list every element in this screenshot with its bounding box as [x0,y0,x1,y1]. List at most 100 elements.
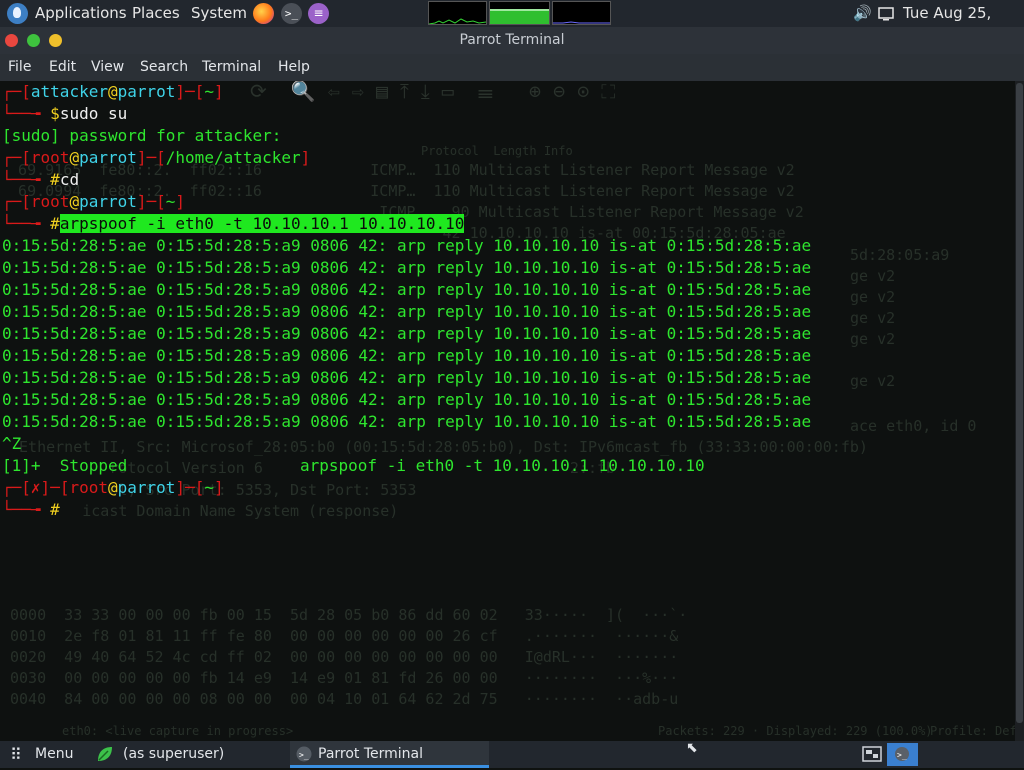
cpu-monitor-graph [428,1,487,25]
taskbar-terminal-label: Parrot Terminal [318,746,424,762]
arp-reply-line: 0:15:5d:28:5:ae 0:15:5d:28:5:a9 0806 42:… [2,412,812,431]
job-command: arpspoof -i eth0 -t 10.10.10.1 10.10.10.… [300,456,705,475]
ghost-status-mid: Packets: 229 · Displayed: 229 (100.0%) [658,724,933,738]
ghost-status-right: Profile: Defau [930,724,1024,738]
workspace-icon[interactable] [861,744,883,764]
network-monitor-graph [552,1,611,25]
window-title: Parrot Terminal [459,32,565,48]
job-status: [1]+ Stopped [2,456,128,475]
menu-grid-icon[interactable]: ⠿ [10,741,22,768]
prompt-user: root [30,192,70,211]
top-panel: Applications Places System >_ ≡ 🔊 Tue Au… [0,0,1024,49]
arp-reply-line: 0:15:5d:28:5:ae 0:15:5d:28:5:a9 0806 42:… [2,302,812,321]
arp-reply-line: 0:15:5d:28:5:ae 0:15:5d:28:5:a9 0806 42:… [2,324,812,343]
arp-reply-line: 0:15:5d:28:5:ae 0:15:5d:28:5:a9 0806 42:… [2,258,812,277]
ghost-status-left: eth0: <live capture in progress> [62,724,294,738]
mouse-cursor-icon: ⬉ [686,740,698,756]
ctrl-z-echo: ^Z [2,434,22,453]
prompt-symbol: $ [50,104,60,123]
prompt-line: ┌─[✗]─[root@parrot]─[~] [2,478,224,497]
ghost-column-header: Protocol Length Info [421,144,573,158]
highlighted-command: arpspoof -i eth0 -t 10.10.10.1 10.10.10.… [59,214,465,233]
prompt-symbol: # [50,500,60,519]
display-icon[interactable] [878,0,894,27]
prompt-dir: /home/attacker [165,148,301,167]
clock[interactable]: Tue Aug 25, 03:41 [903,0,1024,49]
taskbar-terminal-icon: >_ [296,741,312,768]
terminal-output[interactable]: ⟳ 🔍 ⇦ ⇨ ▤ ⤒ ⤓ ▭ ☰ ⊕ ⊖ ⊙ ⛶ Protocol Lengt… [0,81,1024,741]
command-text: cd [59,170,80,189]
ghost-detail: ace eth0, id 0 [850,417,977,435]
prompt-host: parrot [117,478,176,497]
bottom-panel: ⠿ Menu (as superuser) >_ Parrot Terminal… [0,740,1024,768]
window-titlebar[interactable]: Parrot Terminal [0,27,1024,54]
file-menu[interactable]: File [8,54,31,80]
applications-menu[interactable]: Applications [35,0,127,27]
prompt-user: root [30,148,70,167]
maximize-window-button[interactable] [27,34,40,47]
svg-text:>_: >_ [299,751,309,760]
error-mark-icon: ✗ [30,478,41,497]
places-menu[interactable]: Places [132,0,180,27]
terminal-scrollbar[interactable] [1015,81,1024,741]
prompt-user: attacker [30,82,108,101]
arp-reply-line: 0:15:5d:28:5:ae 0:15:5d:28:5:a9 0806 42:… [2,390,812,409]
ghost-hex-row: 0030 00 00 00 00 00 fb 14 e9 14 e9 01 81… [10,669,679,687]
terminal-launcher-icon[interactable]: >_ [281,3,302,24]
leaf-icon [96,741,114,768]
ghost-right-bit: ge v2 [850,372,896,390]
ghost-right-bit: ge v2 [850,267,896,285]
edit-menu[interactable]: Edit [49,54,76,80]
prompt-line: ┌─[root@parrot]─[/home/attacker] [2,148,311,167]
ghost-right-bit: ge v2 [850,309,896,327]
prompt-dir: ~ [204,478,214,497]
sudo-prompt: [sudo] password for attacker: [2,126,282,145]
prompt-symbol: # [50,170,60,189]
prompt-dir: ~ [204,82,214,101]
ghost-detail: icast Domain Name System (response) [10,502,399,520]
close-window-button[interactable] [5,34,18,47]
terminal-menubar: File Edit View Search Terminal Help [0,54,1024,81]
command-line[interactable]: └──╼ # [2,499,60,521]
ghost-toolbar: ⟳ 🔍 ⇦ ⇨ ▤ ⤒ ⤓ ▭ ☰ ⊕ ⊖ ⊙ ⛶ [250,81,616,103]
command-line: └──╼ #cd [2,170,80,189]
ghost-hex-row: 0020 49 40 64 52 4c cd ff 02 00 00 00 00… [10,648,679,666]
prompt-host: parrot [79,148,137,167]
prompt-symbol: # [50,214,60,233]
prompt-host: parrot [79,192,137,211]
help-menu[interactable]: Help [278,54,310,80]
command-text: sudo su [59,104,128,123]
parrot-logo-icon[interactable] [7,3,28,24]
arp-reply-line: 0:15:5d:28:5:ae 0:15:5d:28:5:a9 0806 42:… [2,368,812,387]
view-menu[interactable]: View [91,54,124,80]
prompt-host: parrot [117,82,176,101]
prompt-line: ┌─[root@parrot]─[~] [2,192,186,211]
prompt-line: ┌─[attacker@parrot]─[~] [2,82,224,101]
prompt-dir: ~ [165,192,176,211]
ghost-hex-row: 0040 84 00 00 00 00 08 00 00 00 04 10 01… [10,690,679,708]
system-menu[interactable]: System [191,0,247,27]
arp-reply-line: 0:15:5d:28:5:ae 0:15:5d:28:5:a9 0806 42:… [2,236,812,255]
ghost-hex-row: 0000 33 33 00 00 00 fb 00 15 5d 28 05 b0… [10,606,688,624]
search-menu[interactable]: Search [140,54,188,80]
ghost-hex-row: 0010 2e f8 01 81 11 ff fe 80 00 00 00 00… [10,627,679,645]
svg-text:>_: >_ [897,751,907,760]
menu-button[interactable]: Menu [35,741,73,768]
ghost-right-bit: ge v2 [850,288,896,306]
taskbar-superuser[interactable]: (as superuser) [123,741,224,768]
command-line: └──╼ #arpspoof -i eth0 -t 10.10.10.1 10.… [2,214,465,233]
minimize-window-button[interactable] [49,34,62,47]
volume-icon[interactable]: 🔊 [853,0,872,27]
firefox-icon[interactable] [253,3,274,24]
memory-monitor-graph [489,1,550,25]
scrollbar-thumb[interactable] [1016,83,1023,723]
prompt-user: root [69,478,108,497]
job-status-line: [1]+ Stopped arpspoof -i eth0 -t 10.10.10… [2,455,705,477]
active-workspace-icon[interactable]: >_ [887,743,918,766]
arp-reply-line: 0:15:5d:28:5:ae 0:15:5d:28:5:a9 0806 42:… [2,280,812,299]
notes-icon[interactable]: ≡ [308,3,329,24]
terminal-menu[interactable]: Terminal [202,54,261,80]
ghost-detail: Ethernet II, Src: Microsof_28:05:b0 (00:… [10,438,868,456]
command-line: └──╼ $sudo su [2,104,128,123]
arp-reply-line: 0:15:5d:28:5:ae 0:15:5d:28:5:a9 0806 42:… [2,346,812,365]
